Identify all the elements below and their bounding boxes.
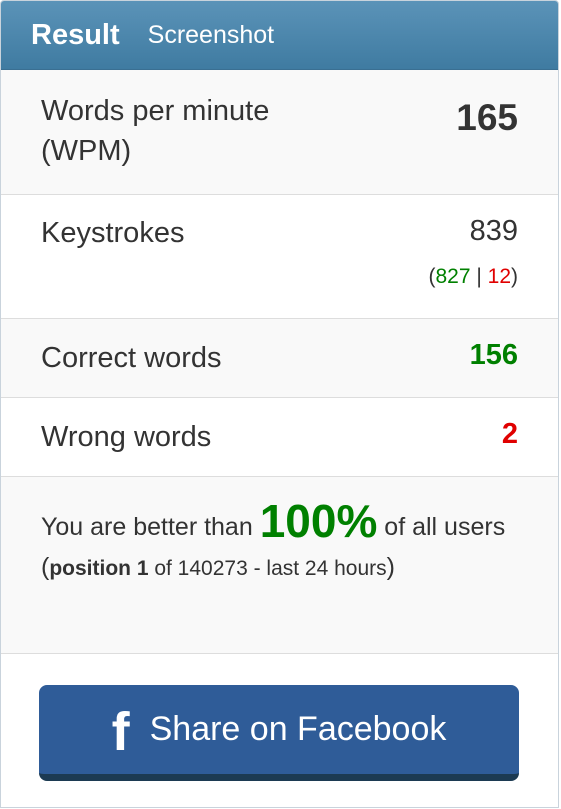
keystrokes-wrong: 12: [487, 265, 511, 288]
wrong-words-row: Wrong words 2: [1, 398, 558, 477]
wpm-row: Words per minute (WPM) 165: [1, 70, 558, 195]
wpm-value: 165: [456, 97, 518, 138]
wpm-label-line1: Words per minute: [41, 95, 270, 127]
rank-position: position 1: [49, 557, 149, 580]
rank-prefix: You are better than: [41, 513, 260, 541]
keystrokes-label: Keystrokes: [41, 217, 185, 249]
correct-words-value: 156: [469, 339, 518, 371]
wrong-words-label: Wrong words: [41, 421, 212, 453]
result-panel: Result Screenshot Words per minute (WPM)…: [0, 0, 559, 808]
panel-header: Result Screenshot: [1, 1, 558, 70]
wrong-words-value: 2: [501, 418, 518, 450]
facebook-icon: f: [111, 701, 130, 762]
share-facebook-label: Share on Facebook: [149, 710, 447, 748]
tab-result[interactable]: Result: [31, 19, 120, 52]
keystrokes-correct: 827: [435, 265, 471, 288]
rank-row: You are better than 100% of all users (p…: [1, 477, 558, 654]
wpm-label: Words per minute (WPM): [41, 91, 269, 171]
keystrokes-row: Keystrokes 839 (827 | 12): [1, 195, 558, 319]
breakdown-separator: |: [470, 265, 488, 288]
correct-words-label: Correct words: [41, 342, 222, 374]
rank-text: You are better than 100% of all users (p…: [41, 498, 511, 589]
share-area: f Share on Facebook: [1, 654, 558, 807]
keystrokes-breakdown: (827 | 12): [428, 265, 518, 289]
breakdown-close-paren: ): [511, 265, 518, 288]
tab-screenshot[interactable]: Screenshot: [148, 21, 274, 50]
wpm-label-line2: (WPM): [41, 135, 132, 167]
rank-percent: 100%: [259, 495, 378, 547]
rank-position-rest: of 140273 - last 24 hours: [148, 557, 387, 580]
rank-close: ): [386, 553, 395, 581]
correct-words-row: Correct words 156: [1, 319, 558, 398]
keystrokes-value: 839: [469, 215, 518, 247]
share-facebook-button[interactable]: f Share on Facebook: [39, 685, 519, 781]
